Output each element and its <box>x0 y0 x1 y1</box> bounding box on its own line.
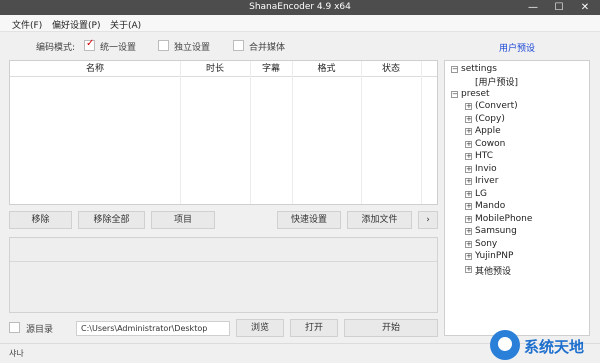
column-name[interactable]: 名称 <box>10 61 180 77</box>
output-path-field[interactable]: C:\Users\Administrator\Desktop <box>76 321 230 336</box>
menu-about[interactable]: 关于(A) <box>110 18 141 31</box>
merge-media-label: 合并媒体 <box>249 43 286 53</box>
column-divider <box>292 61 293 204</box>
expand-icon[interactable]: + <box>465 203 472 210</box>
browse-button[interactable]: 浏览 <box>236 319 284 337</box>
collapse-icon[interactable]: − <box>451 66 458 73</box>
info-panel <box>9 237 438 313</box>
expand-icon[interactable]: + <box>465 178 472 185</box>
quick-settings-button[interactable]: 快速设置 <box>277 211 341 229</box>
preset-tree[interactable]: − settings [用户预设] − preset + (Convert) +… <box>444 60 590 336</box>
merge-media-checkbox[interactable] <box>233 40 244 51</box>
expand-icon[interactable]: + <box>465 240 472 248</box>
watermark: 系统天地 <box>490 328 600 363</box>
collapse-icon[interactable]: − <box>451 91 458 98</box>
minimize-button[interactable]: — <box>522 0 544 15</box>
open-button[interactable]: 打开 <box>290 319 338 337</box>
column-divider <box>180 61 181 204</box>
remove-all-button[interactable]: 移除全部 <box>78 211 145 229</box>
source-dir-label: 源目录 <box>26 325 54 335</box>
independent-settings-label: 独立设置 <box>174 43 211 53</box>
expand-icon[interactable]: + <box>465 265 472 273</box>
menu-bar: 文件(F) 偏好设置(P) 关于(A) <box>0 15 600 32</box>
expand-icon[interactable]: + <box>465 128 472 135</box>
window-title: ShanaEncoder 4.9 x64 <box>249 2 351 12</box>
expand-icon[interactable]: + <box>465 103 472 110</box>
expand-icon[interactable]: + <box>465 165 472 173</box>
independent-settings-checkbox[interactable] <box>158 40 169 51</box>
file-list-header: 名称 时长 字幕 格式 状态 <box>10 61 437 77</box>
close-button[interactable]: ✕ <box>574 0 596 15</box>
user-presets-link[interactable]: 用户预设 <box>499 41 535 54</box>
unified-settings-checkbox[interactable] <box>84 38 95 51</box>
column-status[interactable]: 状态 <box>361 61 421 77</box>
menu-preferences[interactable]: 偏好设置(P) <box>52 18 100 31</box>
more-button[interactable]: › <box>418 211 438 229</box>
status-text: 샤나 <box>9 349 24 358</box>
encoding-mode-label: 编码模式: <box>36 43 76 53</box>
menu-file[interactable]: 文件(F) <box>12 18 42 31</box>
expand-icon[interactable]: + <box>465 115 472 123</box>
maximize-button[interactable]: ☐ <box>548 0 570 15</box>
column-divider <box>361 61 362 204</box>
info-panel-header <box>10 238 437 262</box>
column-divider <box>250 61 251 204</box>
expand-icon[interactable]: + <box>465 253 472 260</box>
column-subtitle[interactable]: 字幕 <box>250 61 292 77</box>
add-file-button[interactable]: 添加文件 <box>347 211 412 229</box>
expand-icon[interactable]: + <box>465 153 472 160</box>
title-bar: ShanaEncoder 4.9 x64 — ☐ ✕ <box>0 0 600 15</box>
watermark-text: 系统天地 <box>524 338 585 356</box>
column-duration[interactable]: 时长 <box>180 61 250 77</box>
source-dir-checkbox[interactable] <box>9 322 20 333</box>
start-button[interactable]: 开始 <box>344 319 438 337</box>
watermark-logo-icon <box>490 330 520 360</box>
remove-button[interactable]: 移除 <box>9 211 72 229</box>
item-button[interactable]: 项目 <box>151 211 215 229</box>
file-list[interactable]: 名称 时长 字幕 格式 状态 <box>9 60 438 205</box>
column-format[interactable]: 格式 <box>292 61 361 77</box>
expand-icon[interactable]: + <box>465 228 472 235</box>
unified-settings-label: 统一设置 <box>100 43 137 53</box>
expand-icon[interactable]: + <box>465 215 472 223</box>
expand-icon[interactable]: + <box>465 190 472 198</box>
expand-icon[interactable]: + <box>465 140 472 148</box>
column-divider <box>421 61 422 204</box>
